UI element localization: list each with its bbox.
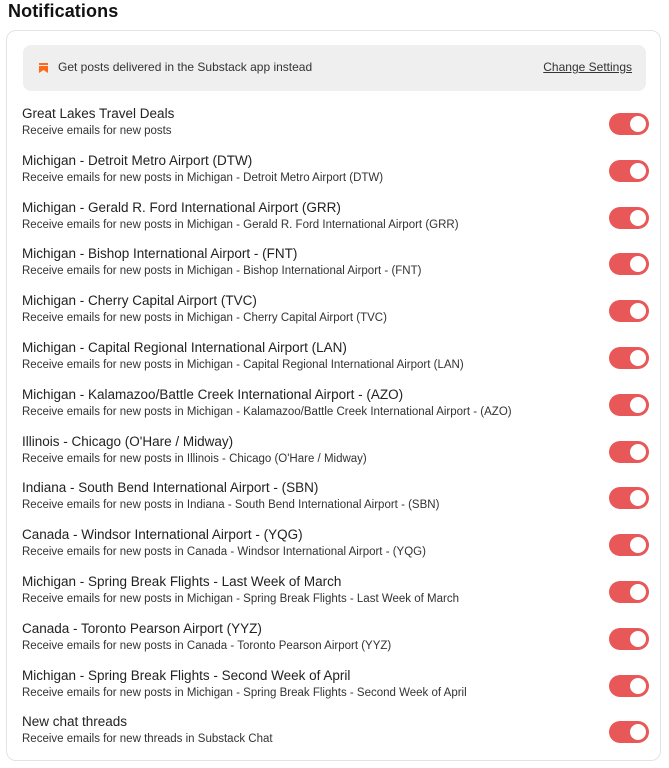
notification-row: Michigan - Kalamazoo/Battle Creek Intern…: [22, 387, 649, 427]
notification-row: Illinois - Chicago (O'Hare / Midway) Rece…: [22, 434, 649, 474]
notification-title: Michigan - Spring Break Flights - Last W…: [22, 574, 342, 589]
bookmark-icon: [39, 63, 48, 73]
notification-title: Canada - Toronto Pearson Airport (YYZ): [22, 620, 262, 636]
toggle-knob: [630, 490, 646, 507]
toggle-knob: [630, 677, 646, 694]
notification-subtitle: Receive emails for new posts in Michigan…: [22, 405, 512, 418]
notification-toggle[interactable]: [609, 347, 649, 369]
notification-toggle[interactable]: [609, 159, 649, 182]
notification-toggle[interactable]: [609, 674, 649, 697]
notification-subtitle: Receive emails for new posts in Michigan…: [22, 171, 384, 184]
page-title: Notifications: [8, 1, 119, 21]
notification-toggle[interactable]: [609, 627, 649, 650]
notification-row: Michigan - Bishop International Airport …: [22, 246, 649, 286]
notification-title: Michigan - Detroit Metro Airport (DTW): [22, 152, 253, 168]
toggle-knob: [630, 116, 646, 132]
notification-row: Indiana - South Bend International Airpo…: [22, 480, 649, 520]
notification-title: Canada - Windsor International Airport -…: [22, 527, 303, 543]
notification-row: New chat threads Receive emails for new t…: [22, 714, 649, 754]
toggle-knob: [630, 396, 646, 413]
notification-title: Michigan - Spring Break Flights - Second…: [22, 667, 351, 683]
notification-toggle[interactable]: [609, 206, 649, 229]
notification-toggle[interactable]: [609, 113, 649, 135]
notifications-card: Get posts delivered in the Substack app …: [6, 30, 661, 761]
notification-subtitle: Receive emails for new threads in Substa…: [22, 733, 273, 746]
notification-subtitle: Receive emails for new posts in Michigan…: [22, 686, 467, 699]
notification-row: Canada - Toronto Pearson Airport (YYZ) Re…: [22, 621, 649, 661]
notification-subtitle: Receive emails for new posts in Canada -…: [22, 546, 426, 559]
toggle-knob: [630, 303, 646, 320]
notification-toggle[interactable]: [609, 440, 649, 463]
notification-row: Michigan - Spring Break Flights - Last W…: [22, 574, 649, 614]
notification-subtitle: Receive emails for new posts in Michigan…: [22, 312, 387, 325]
notification-row: Michigan - Spring Break Flights - Second…: [22, 668, 649, 708]
notification-row: Michigan - Detroit Metro Airport (DTW) Re…: [22, 153, 649, 193]
notification-title: Michigan - Bishop International Airport …: [22, 246, 298, 262]
notification-title: Great Lakes Travel Deals: [22, 106, 175, 121]
notification-subtitle: Receive emails for new posts in Michigan…: [22, 593, 459, 605]
notification-toggle[interactable]: [609, 581, 649, 603]
toggle-knob: [630, 630, 646, 647]
toggle-knob: [630, 162, 646, 179]
change-settings-link[interactable]: Change Settings: [543, 60, 632, 74]
notification-subtitle: Receive emails for new posts in Canada -…: [22, 639, 392, 652]
notification-subtitle: Receive emails for new posts in Michigan…: [22, 218, 459, 231]
notification-subtitle: Receive emails for new posts in Michigan…: [22, 359, 464, 371]
notification-toggle[interactable]: [609, 487, 649, 510]
notification-row: Great Lakes Travel Deals Receive emails f…: [22, 106, 649, 146]
notification-title: Michigan - Capital Regional Internationa…: [22, 340, 347, 355]
notification-row: Michigan - Capital Regional Internationa…: [22, 340, 649, 380]
notification-title: Michigan - Cherry Capital Airport (TVC): [22, 293, 257, 309]
toggle-knob: [630, 537, 646, 554]
notification-toggle[interactable]: [609, 393, 649, 416]
toggle-knob: [630, 209, 646, 226]
notification-title: Michigan - Kalamazoo/Battle Creek Intern…: [22, 386, 404, 402]
notification-subtitle: Receive emails for new posts: [22, 125, 172, 137]
notification-toggle[interactable]: [609, 300, 649, 323]
notification-row: Canada - Windsor International Airport -…: [22, 527, 649, 567]
banner-text: Get posts delivered in the Substack app …: [58, 60, 313, 74]
notification-toggle[interactable]: [609, 534, 649, 557]
notification-row: Michigan - Cherry Capital Airport (TVC) R…: [22, 293, 649, 333]
notification-title: Michigan - Gerald R. Ford International …: [22, 199, 341, 215]
toggle-knob: [630, 350, 646, 366]
notification-row: Michigan - Gerald R. Ford International …: [22, 200, 649, 240]
app-delivery-banner: Get posts delivered in the Substack app …: [23, 45, 646, 91]
toggle-knob: [630, 584, 646, 600]
notification-toggle[interactable]: [609, 721, 649, 744]
notification-title: Indiana - South Bend International Airpo…: [22, 480, 319, 496]
toggle-knob: [630, 443, 646, 460]
notification-subtitle: Receive emails for new posts in Indiana …: [22, 499, 440, 512]
notification-title: New chat threads: [22, 714, 128, 730]
toggle-knob: [630, 256, 646, 273]
notification-title: Illinois - Chicago (O'Hare / Midway): [22, 433, 234, 449]
toggle-knob: [630, 724, 646, 741]
notification-toggle[interactable]: [609, 253, 649, 276]
notification-subtitle: Receive emails for new posts in Michigan…: [22, 265, 422, 278]
notification-subtitle: Receive emails for new posts in Illinois…: [22, 452, 367, 465]
